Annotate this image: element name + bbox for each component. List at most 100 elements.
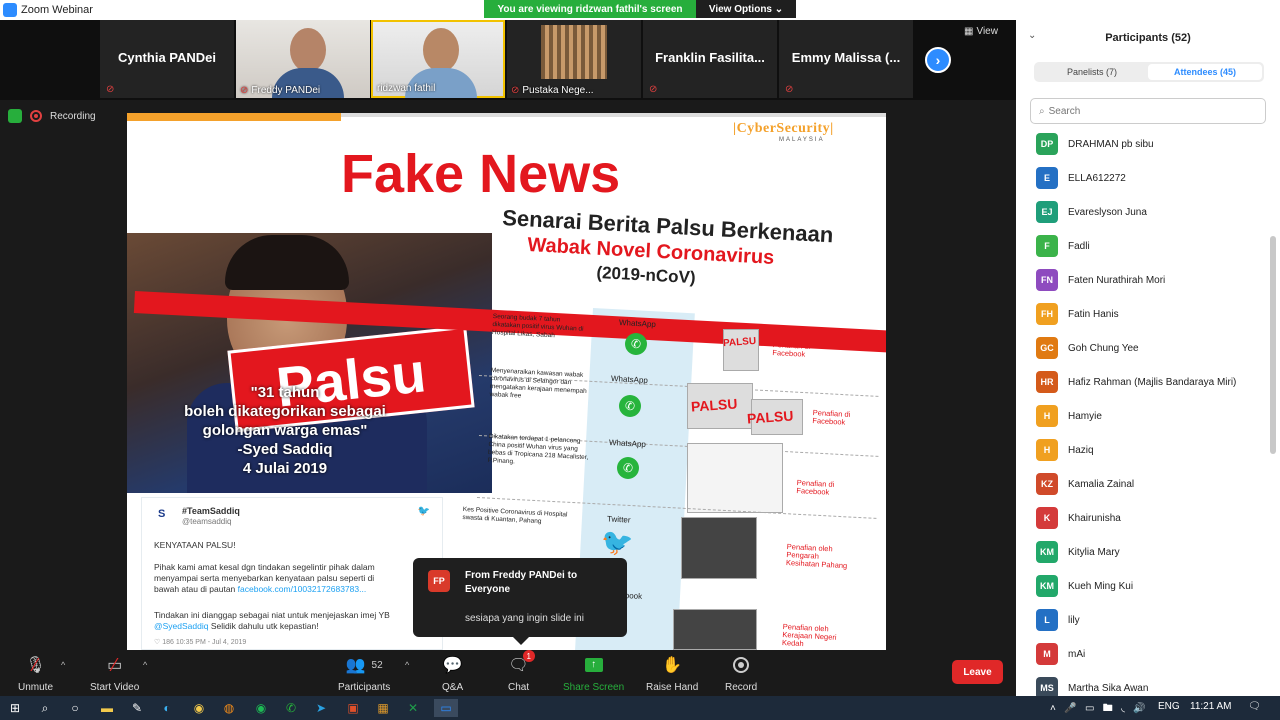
app-icon[interactable]: ▦ xyxy=(374,699,392,717)
view-button[interactable]: ▦ View xyxy=(964,26,998,37)
participants-button[interactable]: 👥 52 Participants xyxy=(338,654,390,693)
powerpoint-icon[interactable]: ▣ xyxy=(344,699,362,717)
video-tile-active-speaker[interactable]: ridzwan fathil xyxy=(371,20,505,98)
chat-message: sesiapa yang ingin slide ini xyxy=(465,613,584,624)
leave-button[interactable]: Leave xyxy=(952,660,1003,684)
avatar: F xyxy=(1036,235,1058,257)
firefox-icon[interactable]: ◍ xyxy=(220,699,238,717)
tab-attendees[interactable]: Attendees (45) xyxy=(1148,64,1262,80)
video-tile[interactable]: Emmy Malissa (... ⊘ xyxy=(779,20,913,98)
search-input[interactable] xyxy=(1048,105,1239,117)
video-camera-off-icon: ▭ ⁄ xyxy=(107,654,123,675)
whatsapp-icon: ✆ xyxy=(625,333,647,355)
share-screen-button[interactable]: ↑ Share Screen xyxy=(563,654,624,693)
attendee-name: Kueh Ming Kui xyxy=(1068,580,1134,592)
table-cell-action: Penafian di Facebook xyxy=(796,478,835,497)
person-hair xyxy=(225,235,349,290)
chat-bubble-icon: 🗨 1 xyxy=(508,650,535,676)
attendee-name: Goh Chung Yee xyxy=(1068,342,1139,354)
list-item[interactable]: E ELLA612272 xyxy=(1036,166,1126,190)
next-page-arrow-icon[interactable]: › xyxy=(925,47,951,73)
slide-subtitle: (2019-nCoV) xyxy=(596,263,697,288)
unmute-button[interactable]: 🎙 ⁄ Unmute xyxy=(18,654,53,694)
video-tile[interactable]: Cynthia PANDei ⊘ xyxy=(100,20,234,98)
chat-button[interactable]: 🗨 1 Chat xyxy=(508,650,535,693)
list-item[interactable]: KZ Kamalia Zainal xyxy=(1036,472,1134,496)
attendee-name: mAi xyxy=(1068,648,1086,660)
attendee-name: Kamalia Zainal xyxy=(1068,478,1135,490)
video-tile[interactable]: ⊘ Pustaka Nege... xyxy=(507,20,641,98)
avatar: H xyxy=(1036,405,1058,427)
video-tile[interactable]: Franklin Fasilita... ⊘ xyxy=(643,20,777,98)
audio-options-caret[interactable]: ^ xyxy=(61,660,65,670)
notifications-icon[interactable]: 🗨 xyxy=(1248,701,1261,712)
list-item[interactable]: DP DRAHMAN pb sibu xyxy=(1036,132,1154,156)
pen-icon[interactable]: ✎ xyxy=(128,699,146,717)
search-icon[interactable]: ⌕ xyxy=(36,699,54,717)
spotify-icon[interactable]: ◉ xyxy=(252,699,270,717)
list-item[interactable]: MmAi xyxy=(1036,642,1085,666)
avatar: FP xyxy=(428,570,450,592)
attendee-name: Haziq xyxy=(1068,444,1094,456)
avatar: EJ xyxy=(1036,201,1058,223)
list-item[interactable]: H Hamyie xyxy=(1036,404,1102,428)
attendee-name: lily xyxy=(1068,614,1080,626)
tray-icons[interactable]: ˄ 🎤 ▭ 🖿 ◟ 🔊 xyxy=(1050,701,1146,718)
mini-palsu-stamp: PALSU xyxy=(690,395,738,415)
slide-accent-bar xyxy=(127,113,341,121)
list-item[interactable]: H Haziq xyxy=(1036,438,1094,462)
zoom-taskbar-icon[interactable]: ▭ xyxy=(434,699,458,717)
avatar: FN xyxy=(1036,269,1058,291)
list-item[interactable]: EJ Evareslyson Juna xyxy=(1036,200,1147,224)
view-options-button[interactable]: View Options ⌄ xyxy=(696,0,796,18)
list-item[interactable]: GC Goh Chung Yee xyxy=(1036,336,1139,360)
record-button[interactable]: Record xyxy=(725,654,757,693)
evidence-thumbnail xyxy=(687,443,783,513)
language-indicator[interactable]: ENG xyxy=(1158,701,1180,712)
video-options-caret[interactable]: ^ xyxy=(143,660,147,670)
table-cell-medium: WhatsApp xyxy=(608,438,647,449)
mini-palsu-stamp: PALSU xyxy=(746,407,794,427)
table-cell-medium: Twitter xyxy=(606,514,631,525)
start-video-button[interactable]: ▭ ⁄ Start Video xyxy=(90,654,139,694)
participants-icon: 👥 52 xyxy=(345,657,383,674)
tab-panelists[interactable]: Panelists (7) xyxy=(1036,64,1148,80)
participants-scrollbar[interactable] xyxy=(1270,236,1276,454)
participants-options-caret[interactable]: ^ xyxy=(405,660,409,670)
list-item[interactable]: F Fadli xyxy=(1036,234,1090,258)
evidence-thumbnail xyxy=(681,517,757,579)
task-view-icon[interactable]: ○ xyxy=(66,699,84,717)
list-item[interactable]: K Khairunisha xyxy=(1036,506,1121,530)
list-item[interactable]: Llily xyxy=(1036,608,1080,632)
clock[interactable]: 11:21 AM xyxy=(1190,701,1232,712)
list-item[interactable]: MS Martha Sika Awan xyxy=(1036,676,1148,696)
list-item[interactable]: KM Kueh Ming Kui xyxy=(1036,574,1133,598)
tweet-meta: ♡ 186 10:35 PM - Jul 4, 2019 xyxy=(154,639,247,646)
attendee-name: Kitylia Mary xyxy=(1068,546,1120,558)
windows-start-icon[interactable]: ⊞ xyxy=(6,699,24,717)
file-explorer-icon[interactable]: ▬ xyxy=(98,699,116,717)
list-item[interactable]: FN Faten Nurathirah Mori xyxy=(1036,268,1165,292)
evidence-thumbnail xyxy=(673,609,757,650)
twitter-bird-icon: 🐦 xyxy=(417,506,430,517)
twitter-bird-icon: 🐦 xyxy=(601,527,634,557)
whatsapp-icon[interactable]: ✆ xyxy=(282,699,300,717)
chrome-icon[interactable]: ◉ xyxy=(190,699,208,717)
raise-hand-button[interactable]: ✋ Raise Hand xyxy=(646,654,698,693)
excel-icon[interactable]: ✕ xyxy=(404,699,422,717)
attendee-name: Hafiz Rahman (Majlis Bandaraya Miri) xyxy=(1068,376,1237,388)
qa-bubbles-icon: 💬 xyxy=(442,657,463,674)
whatsapp-icon: ✆ xyxy=(619,395,641,417)
slide-accent-bar xyxy=(341,113,886,117)
participant-name: Emmy Malissa (... xyxy=(791,50,901,65)
edge-icon[interactable]: ◐ xyxy=(158,699,176,717)
telegram-icon[interactable]: ➤ xyxy=(312,699,330,717)
qa-button[interactable]: 💬 Q&A xyxy=(442,654,463,693)
list-item[interactable]: FH Fatin Hanis xyxy=(1036,302,1119,326)
list-item[interactable]: HR Hafiz Rahman (Majlis Bandaraya Miri) xyxy=(1036,370,1236,394)
attendee-list: DP DRAHMAN pb sibu E ELLA612272 EJ Evaresly… xyxy=(1016,128,1280,696)
video-tile[interactable]: ⊘ Freddy PANDei xyxy=(236,20,370,98)
chat-notification-popup[interactable]: FP From Freddy PANDei to Everyone sesiap… xyxy=(413,558,627,645)
tweet-card: S #TeamSaddiq @teamsaddiq 🐦 KENYATAAN PA… xyxy=(141,497,443,650)
list-item[interactable]: KM Kitylia Mary xyxy=(1036,540,1120,564)
